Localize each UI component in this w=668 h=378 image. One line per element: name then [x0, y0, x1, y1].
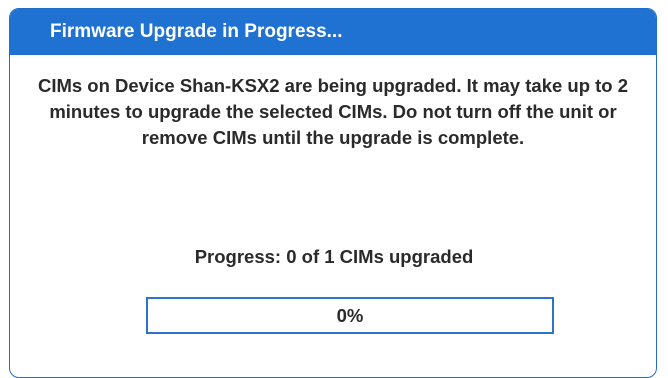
progress-status-text: Progress: 0 of 1 CIMs upgraded: [194, 246, 474, 267]
dialog-title: Firmware Upgrade in Progress...: [10, 9, 656, 55]
progress-percent-label: 0%: [336, 305, 364, 326]
upgrade-message: CIMs on Device Shan-KSX2 are being upgra…: [37, 75, 629, 148]
firmware-upgrade-dialog: Firmware Upgrade in Progress... CIMs on …: [9, 8, 657, 378]
progress-bar: 0%: [146, 297, 554, 334]
